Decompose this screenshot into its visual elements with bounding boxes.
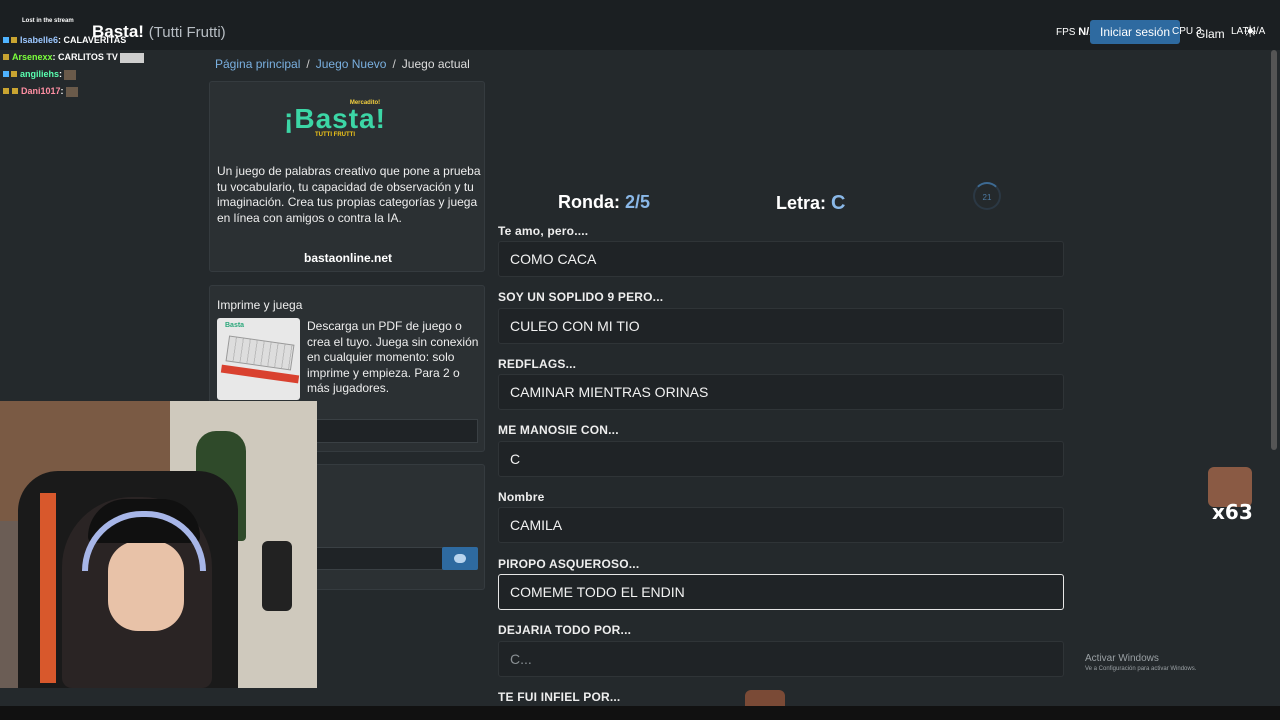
- glam-label: Glam: [1196, 27, 1225, 41]
- breadcrumb: Página principal / Juego Nuevo / Juego actua…: [215, 57, 470, 71]
- bottom-bar: [0, 706, 1280, 720]
- answer-input[interactable]: [498, 374, 1064, 410]
- field-label: REDFLAGS...: [498, 357, 577, 371]
- stream-chat-overlay: Lost in the stream Isabelle6: CALAVERITA…: [0, 0, 180, 100]
- round-indicator: Ronda: 2/5: [558, 192, 651, 212]
- login-button[interactable]: Iniciar sesión: [1090, 20, 1180, 44]
- emote-icon: [119, 52, 144, 63]
- top-navbar: Basta! (Tutti Frutti) FPS N/A Iniciar se…: [0, 0, 1280, 50]
- answer-input[interactable]: [498, 641, 1064, 677]
- field-label: Nombre: [498, 490, 545, 504]
- field-label: SOY UN SOPLIDO 9 PERO...: [498, 290, 664, 304]
- theme-toggle-icon[interactable]: ☀: [1243, 22, 1257, 42]
- print-card-title: Imprime y juega: [217, 298, 303, 312]
- about-description: Un juego de palabras creativo que pone a…: [217, 164, 481, 225]
- letter-indicator: Letra: C: [776, 192, 846, 214]
- about-card: Mercadito! ¡Basta! TUTTI FRUTTI Un juego…: [209, 81, 485, 272]
- chat-line: Dani1017:: [3, 86, 78, 97]
- chat-line: Arsenexx: CARLITOS TV: [3, 52, 144, 63]
- breadcrumb-home-link[interactable]: Página principal: [215, 57, 300, 71]
- field-label: DEJARIA TODO POR...: [498, 623, 632, 637]
- chat-line: angiliehs:: [3, 69, 77, 80]
- answer-input[interactable]: [498, 507, 1064, 543]
- field-label: ME MANOSIE CON...: [498, 423, 619, 437]
- windows-activation-watermark: Activar Windows Ve a Configuración para …: [1085, 653, 1197, 672]
- field-label: TE FUI INFIEL POR...: [498, 690, 621, 704]
- basta-logo: Mercadito! ¡Basta! TUTTI FRUTTI: [284, 100, 386, 138]
- emote-icon: [64, 69, 77, 80]
- emote-icon: [65, 86, 78, 97]
- page-scrollbar[interactable]: [1271, 50, 1277, 450]
- emote-counter: x63: [1212, 500, 1253, 524]
- answer-input[interactable]: [498, 441, 1064, 477]
- answer-input[interactable]: [498, 308, 1064, 344]
- site-link[interactable]: bastaonline.net: [210, 251, 486, 265]
- answer-input[interactable]: [498, 241, 1064, 277]
- breadcrumb-current: Juego actual: [401, 57, 470, 71]
- field-label: Te amo, pero....: [498, 224, 589, 238]
- chat-bubble-icon: [454, 554, 466, 563]
- countdown-timer: 21: [973, 182, 1001, 210]
- answer-input-focused[interactable]: [498, 574, 1064, 610]
- print-thumbnail-image: Basta: [217, 318, 300, 400]
- streamer-webcam-image: [0, 401, 317, 688]
- chat-overlay-title: Lost in the stream: [22, 18, 74, 24]
- field-label: PIROPO ASQUEROSO...: [498, 557, 640, 571]
- send-chat-button[interactable]: [442, 547, 478, 570]
- chat-line: Isabelle6: CALAVERITAS: [3, 35, 126, 45]
- print-description: Descarga un PDF de juego o crea el tuyo.…: [307, 319, 479, 395]
- breadcrumb-new-game-link[interactable]: Juego Nuevo: [316, 57, 387, 71]
